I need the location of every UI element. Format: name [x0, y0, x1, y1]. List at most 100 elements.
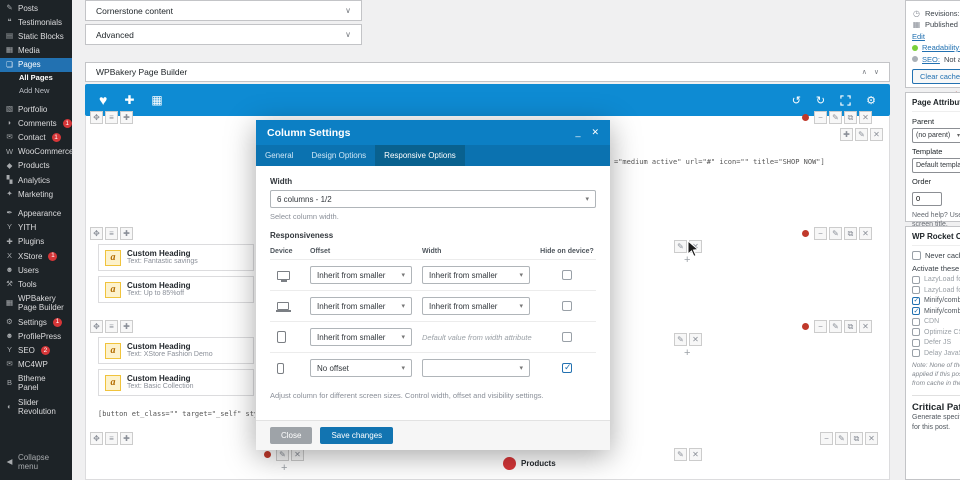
rocket-option-2[interactable]: Minify/combi: [912, 296, 960, 305]
checkbox[interactable]: [912, 328, 920, 336]
row-toggle-dot[interactable]: [802, 230, 809, 237]
sidebar-item-products[interactable]: ◆ Products: [0, 159, 72, 173]
hide-checkbox-2[interactable]: [562, 332, 572, 342]
checkbox[interactable]: [912, 307, 920, 315]
sidebar-item-settings[interactable]: ⚙ Settings 1: [0, 315, 72, 329]
element-custom-heading[interactable]: a Custom Heading Text: Fantastic savings: [98, 244, 254, 271]
panel-advanced[interactable]: Advanced ∨: [85, 24, 362, 45]
sidebar-item-appearance[interactable]: ✒ Appearance: [0, 207, 72, 221]
column-delete-icon[interactable]: ✕: [870, 128, 883, 141]
row-layout-icon[interactable]: ≡: [105, 227, 118, 240]
row-collapse-icon[interactable]: −: [814, 227, 827, 240]
row-add-icon[interactable]: ✚: [120, 111, 133, 124]
row-collapse-icon[interactable]: −: [820, 432, 833, 445]
rocket-option-7[interactable]: Delay JavaScr: [912, 349, 960, 357]
row-edit-icon[interactable]: ✎: [829, 227, 842, 240]
row-layout-icon[interactable]: ≡: [105, 320, 118, 333]
sidebar-item-tools[interactable]: ⚒ Tools: [0, 277, 72, 291]
rocket-option-3[interactable]: Minify/combi: [912, 307, 960, 315]
chevron-down-icon[interactable]: ∨: [345, 6, 351, 15]
element-custom-heading[interactable]: a Custom Heading Text: XStore Fashion De…: [98, 337, 254, 364]
rocket-option-5[interactable]: Optimize CSS: [912, 328, 960, 336]
sidebar-item-portfolio[interactable]: ▧ Portfolio: [0, 102, 72, 116]
sidebar-item-woocommerce[interactable]: W WooCommerce: [0, 145, 73, 159]
sidebar-item-contact[interactable]: ✉ Contact 1: [0, 131, 72, 145]
rocket-option-0[interactable]: LazyLoad for: [912, 275, 960, 284]
offset-select[interactable]: Inherit from smaller ▾: [310, 328, 412, 346]
sidebar-item-all-pages[interactable]: All Pages: [0, 72, 72, 85]
order-input[interactable]: [912, 191, 942, 206]
clear-cache-button[interactable]: Clear cache: [912, 69, 960, 84]
checkbox[interactable]: [912, 349, 920, 357]
row-edit-icon[interactable]: ✎: [829, 111, 842, 124]
width-select[interactable]: Inherit from smaller ▾: [422, 297, 530, 315]
tab-design-options[interactable]: Design Options: [302, 145, 375, 166]
add-element-icon[interactable]: ✚: [124, 93, 134, 107]
row-delete-icon[interactable]: ✕: [865, 432, 878, 445]
checkbox[interactable]: [912, 296, 920, 305]
edit-link[interactable]: Edit: [912, 32, 925, 41]
element-custom-heading[interactable]: a Custom Heading Text: Up to 85%off: [98, 276, 254, 303]
row-edit-icon[interactable]: ✎: [829, 320, 842, 333]
seo-link[interactable]: SEO:: [922, 55, 940, 64]
checkbox[interactable]: [912, 317, 920, 326]
row-drag-icon[interactable]: ✥: [90, 111, 103, 124]
offset-select[interactable]: No offset ▾: [310, 359, 412, 377]
wpb-postbox-header[interactable]: WPBakery Page Builder ∧ ∨: [85, 62, 890, 82]
sidebar-item-pages[interactable]: ❏ Pages: [0, 57, 72, 72]
width-select[interactable]: 6 columns - 1/2 ▾: [270, 190, 596, 208]
column-append-icon[interactable]: +: [281, 462, 287, 474]
hide-checkbox-3[interactable]: [562, 362, 572, 373]
row-layout-icon[interactable]: ≡: [105, 111, 118, 124]
sidebar-item-mc4wp[interactable]: ✉ MC4WP: [0, 358, 72, 372]
row-drag-icon[interactable]: ✥: [90, 320, 103, 333]
row-toggle-dot[interactable]: [802, 323, 809, 330]
row-clone-icon[interactable]: ⧉: [844, 111, 857, 124]
minimize-icon[interactable]: _: [575, 127, 580, 138]
element-custom-heading[interactable]: a Custom Heading Text: Basic Collection: [98, 369, 254, 396]
sidebar-item-add-new[interactable]: Add New: [0, 85, 72, 98]
sidebar-item-users[interactable]: ☻ Users: [0, 263, 72, 277]
row-drag-icon[interactable]: ✥: [90, 227, 103, 240]
redo-icon[interactable]: ↻: [816, 94, 825, 107]
undo-icon[interactable]: ↺: [792, 94, 801, 107]
row-collapse-icon[interactable]: −: [814, 320, 827, 333]
sidebar-item-btheme-panel[interactable]: B Btheme Panel: [0, 372, 72, 395]
column-edit-icon[interactable]: ✎: [674, 448, 687, 461]
row-toggle-dot[interactable]: [802, 114, 809, 121]
sidebar-item-marketing[interactable]: ✦ Marketing: [0, 187, 72, 201]
sidebar-item-collapse-menu[interactable]: ◀ Collapse menu: [0, 451, 72, 474]
parent-select[interactable]: (no parent) ▾: [912, 128, 960, 143]
close-button[interactable]: Close: [270, 427, 313, 444]
row-edit-icon[interactable]: ✎: [835, 432, 848, 445]
column-edit-icon[interactable]: ✎: [674, 333, 687, 346]
checkbox[interactable]: [912, 338, 920, 347]
templates-icon[interactable]: ▦: [151, 93, 162, 107]
rocket-option-4[interactable]: CDN: [912, 317, 960, 326]
row-delete-icon[interactable]: ✕: [859, 227, 872, 240]
sidebar-item-media[interactable]: ▦ Media: [0, 44, 72, 58]
width-select[interactable]: Inherit from smaller ▾: [422, 266, 530, 284]
row-add-icon[interactable]: ✚: [120, 227, 133, 240]
checkbox[interactable]: [912, 286, 920, 294]
never-cache-checkbox[interactable]: [912, 251, 921, 260]
row-delete-icon[interactable]: ✕: [859, 320, 872, 333]
width-select[interactable]: ▾: [422, 359, 530, 377]
save-changes-button[interactable]: Save changes: [320, 427, 394, 444]
sidebar-item-slider-revolution[interactable]: ◐ Slider Revolution: [0, 395, 72, 418]
template-select[interactable]: Default template: [912, 158, 960, 173]
sidebar-item-testimonials[interactable]: ❝ Testimonials: [0, 15, 72, 29]
row-delete-icon[interactable]: ✕: [859, 111, 872, 124]
row-layout-icon[interactable]: ≡: [105, 432, 118, 445]
offset-select[interactable]: Inherit from smaller ▾: [310, 266, 412, 284]
tab-responsive-options[interactable]: Responsive Options: [375, 145, 465, 166]
sidebar-item-analytics[interactable]: ▚ Analytics: [0, 173, 72, 187]
row-add-icon[interactable]: ✚: [120, 320, 133, 333]
sidebar-item-plugins[interactable]: ✚ Plugins: [0, 235, 72, 249]
sidebar-item-static-blocks[interactable]: ▤ Static Blocks: [0, 29, 72, 43]
row-collapse-icon[interactable]: −: [814, 111, 827, 124]
tab-general[interactable]: General: [256, 145, 302, 166]
column-edit-icon[interactable]: ✎: [855, 128, 868, 141]
fullscreen-icon[interactable]: [840, 94, 851, 106]
move-up-icon[interactable]: ∧: [862, 68, 867, 76]
